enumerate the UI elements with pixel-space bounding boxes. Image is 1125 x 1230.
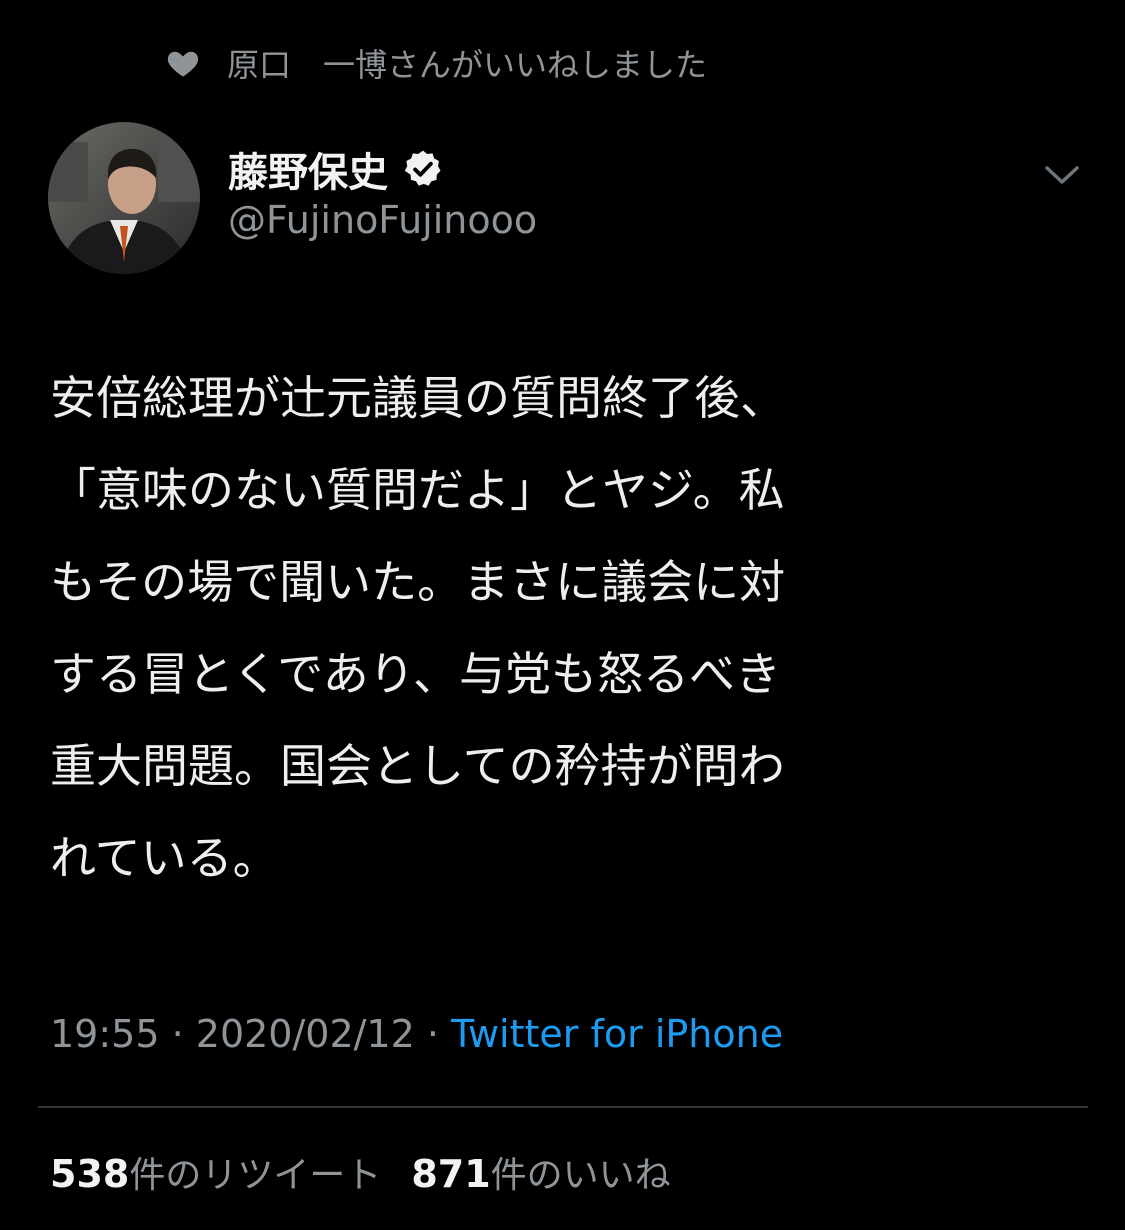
tweet-meta: 19:55 · 2020/02/12 · Twitter for iPhone [50,1012,783,1056]
tweet-date: 2020/02/12 [195,1012,415,1056]
divider [38,1106,1088,1108]
tweet-text: 安倍総理が辻元議員の質問終了後、 「意味のない質問だよ」とヤジ。私 もその場で聞… [50,352,1090,904]
tweet-time: 19:55 [50,1012,160,1056]
tweet-text-line: 「意味のない質問だよ」とヤジ。私 [50,463,785,517]
tweet-text-line: 重大問題。国会としての矜持が問わ [50,739,785,793]
tweet-text-line: れている。 [50,831,279,885]
likes-stat[interactable]: 871件のいいね [411,1152,671,1196]
likes-label: 件のいいね [490,1155,671,1196]
meta-separator: · [159,1012,196,1056]
verified-badge-icon [402,148,444,190]
tweet-text-line: もその場で聞いた。まさに議会に対 [50,555,786,609]
author-name: 藤野保史 [228,150,388,196]
tweet-source-link[interactable]: Twitter for iPhone [451,1012,783,1056]
tweet-text-line: する冒とくであり、与党も怒るべき [50,647,781,701]
author-handle[interactable]: @FujinoFujinooo [228,198,537,242]
tweet-text-line: 安倍総理が辻元議員の質問終了後、 [50,371,786,425]
author-name-row[interactable]: 藤野保史 [228,140,444,198]
social-context[interactable]: 原口 一博さんがいいねしました [165,38,707,88]
heart-icon [165,45,201,81]
tweet-stats: 538件のリツイート 871件のいいね [50,1146,671,1198]
social-context-text: 原口 一博さんがいいねしました [227,46,708,84]
retweets-count: 538 [50,1152,130,1196]
retweets-label: 件のリツイート [129,1155,382,1196]
avatar[interactable] [48,122,200,274]
retweets-stat[interactable]: 538件のリツイート [50,1152,382,1196]
likes-count: 871 [411,1152,491,1196]
meta-separator: · [414,1012,452,1056]
chevron-down-icon[interactable] [1042,160,1082,190]
